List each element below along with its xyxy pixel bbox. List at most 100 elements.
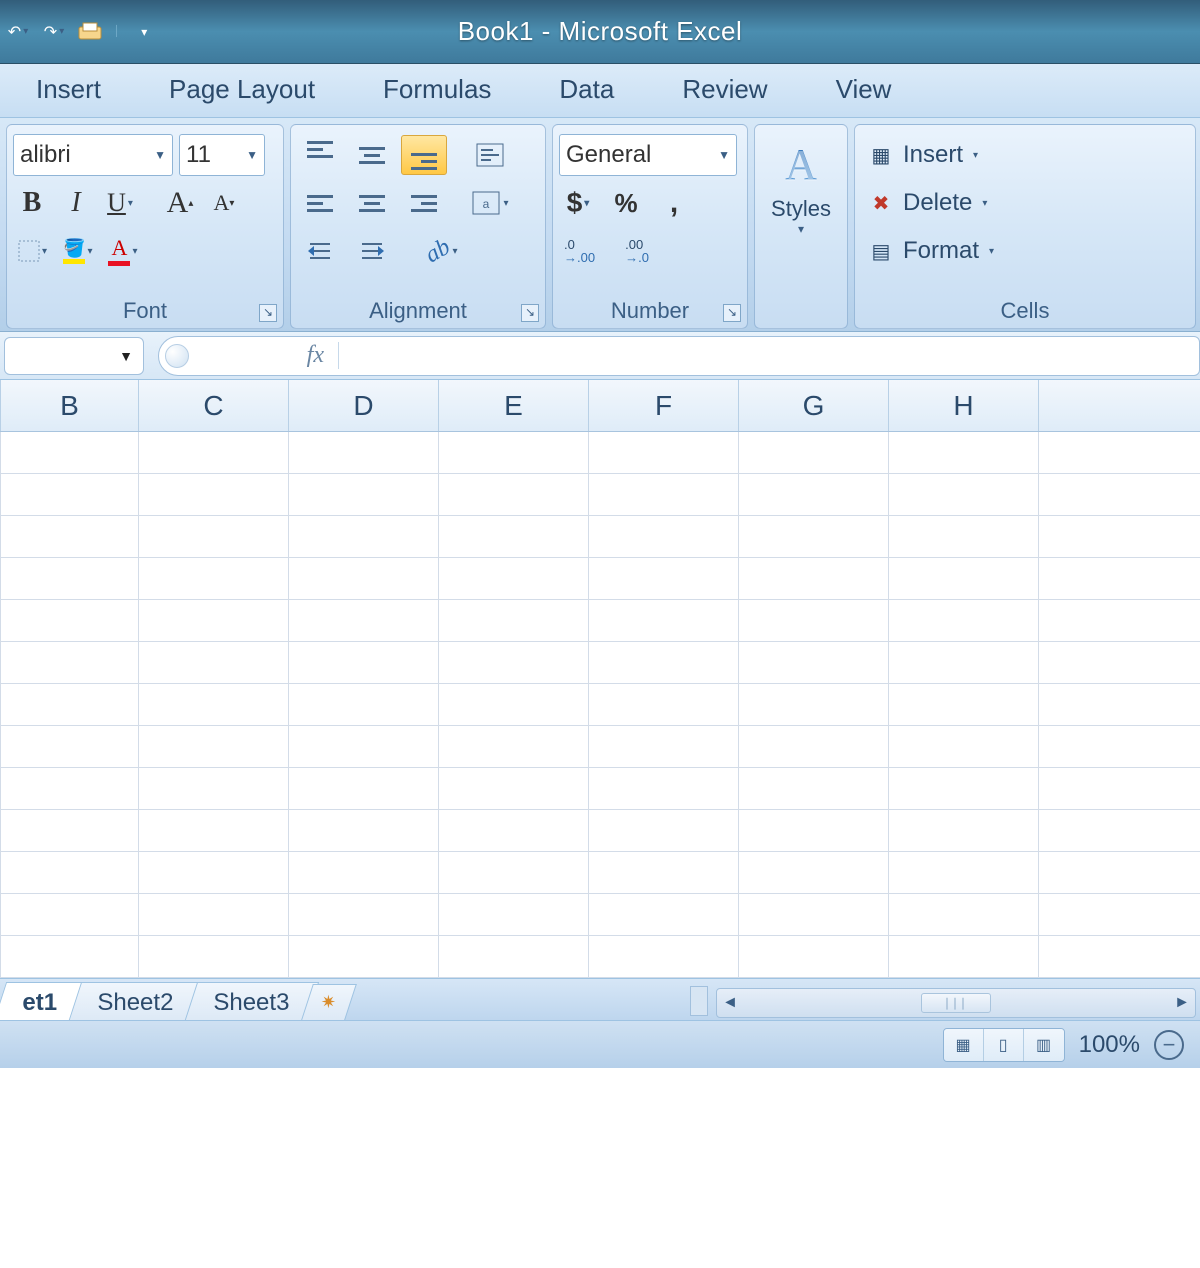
bold-button[interactable]: B xyxy=(13,183,51,223)
cell[interactable] xyxy=(889,726,1039,768)
font-dialog-launcher[interactable]: ↘ xyxy=(259,304,277,322)
cell[interactable] xyxy=(439,642,589,684)
cell[interactable] xyxy=(589,516,739,558)
cell[interactable] xyxy=(139,642,289,684)
cell[interactable] xyxy=(589,600,739,642)
tab-data[interactable]: Data xyxy=(553,64,620,117)
cell[interactable] xyxy=(139,936,289,978)
cell[interactable] xyxy=(1039,810,1200,852)
cell[interactable] xyxy=(1,558,139,600)
cell[interactable] xyxy=(739,558,889,600)
align-top-button[interactable] xyxy=(297,135,343,175)
wrap-text-button[interactable] xyxy=(467,135,513,175)
tab-insert[interactable]: Insert xyxy=(30,64,107,117)
cell[interactable] xyxy=(1039,432,1200,474)
cell[interactable] xyxy=(1039,768,1200,810)
tab-view[interactable]: View xyxy=(830,64,898,117)
cell[interactable] xyxy=(1039,852,1200,894)
cell[interactable] xyxy=(1,852,139,894)
view-normal-button[interactable]: ▦ xyxy=(944,1029,984,1061)
cell[interactable] xyxy=(589,642,739,684)
cell-styles-icon[interactable]: A xyxy=(785,139,817,190)
cell[interactable] xyxy=(1039,936,1200,978)
cell[interactable] xyxy=(589,432,739,474)
alignment-dialog-launcher[interactable]: ↘ xyxy=(521,304,539,322)
cell[interactable] xyxy=(289,516,439,558)
cell[interactable] xyxy=(889,642,1039,684)
col-header-F[interactable]: F xyxy=(589,380,739,431)
percent-format-button[interactable]: % xyxy=(607,183,645,223)
name-box[interactable]: ▼ xyxy=(4,337,144,375)
cell[interactable] xyxy=(589,726,739,768)
cell[interactable] xyxy=(139,432,289,474)
cell[interactable] xyxy=(289,642,439,684)
cell[interactable] xyxy=(1,516,139,558)
cell[interactable] xyxy=(739,852,889,894)
cell[interactable] xyxy=(1,768,139,810)
cell[interactable] xyxy=(739,684,889,726)
cell[interactable] xyxy=(889,894,1039,936)
col-header-E[interactable]: E xyxy=(439,380,589,431)
cell[interactable] xyxy=(739,642,889,684)
cell[interactable] xyxy=(1039,726,1200,768)
number-dialog-launcher[interactable]: ↘ xyxy=(723,304,741,322)
cell[interactable] xyxy=(289,684,439,726)
zoom-level[interactable]: 100% xyxy=(1079,1031,1140,1059)
cell[interactable] xyxy=(1039,474,1200,516)
align-left-button[interactable] xyxy=(297,183,343,223)
borders-button[interactable]: ▾ xyxy=(13,234,52,268)
cells-format-button[interactable]: ▤ Format ▾ xyxy=(861,227,1189,275)
col-header-B[interactable]: B xyxy=(1,380,139,431)
cells-delete-button[interactable]: ✖ Delete ▾ xyxy=(861,179,1189,227)
cell[interactable] xyxy=(439,558,589,600)
styles-button[interactable]: Styles xyxy=(771,196,831,222)
tab-split-handle[interactable] xyxy=(690,986,708,1016)
cell[interactable] xyxy=(139,684,289,726)
cell[interactable] xyxy=(1039,516,1200,558)
cell[interactable] xyxy=(1,894,139,936)
cells-insert-button[interactable]: ▦ Insert ▾ xyxy=(861,131,1189,179)
font-name-combo[interactable]: alibri▼ xyxy=(13,134,173,176)
cell[interactable] xyxy=(439,432,589,474)
fx-button[interactable]: fx xyxy=(189,342,339,369)
hscroll-thumb[interactable]: ∣∣∣ xyxy=(921,993,991,1013)
cell[interactable] xyxy=(1,600,139,642)
cell[interactable] xyxy=(889,936,1039,978)
cell[interactable] xyxy=(139,726,289,768)
increase-indent-button[interactable] xyxy=(349,231,395,271)
underline-button[interactable]: U▾ xyxy=(101,183,139,223)
horizontal-scrollbar[interactable]: ◄ ∣∣∣ ► xyxy=(716,988,1196,1018)
cell[interactable] xyxy=(139,558,289,600)
tab-page-layout[interactable]: Page Layout xyxy=(163,64,321,117)
cell[interactable] xyxy=(739,600,889,642)
cell[interactable] xyxy=(1,474,139,516)
cell[interactable] xyxy=(139,600,289,642)
cell[interactable] xyxy=(739,894,889,936)
cell[interactable] xyxy=(1039,600,1200,642)
sheet-tab-2[interactable]: Sheet2 xyxy=(69,982,203,1020)
cell[interactable] xyxy=(889,852,1039,894)
cell[interactable] xyxy=(739,768,889,810)
cell[interactable] xyxy=(289,768,439,810)
cell[interactable] xyxy=(439,726,589,768)
shrink-font-button[interactable]: A▾ xyxy=(205,183,243,223)
cell[interactable] xyxy=(1,642,139,684)
col-header-C[interactable]: C xyxy=(139,380,289,431)
styles-dropdown[interactable]: ▾ xyxy=(798,222,804,236)
cell[interactable] xyxy=(889,558,1039,600)
cell[interactable] xyxy=(139,852,289,894)
cell[interactable] xyxy=(1039,684,1200,726)
accounting-format-button[interactable]: $▾ xyxy=(559,183,597,223)
cell[interactable] xyxy=(1,684,139,726)
cell[interactable] xyxy=(589,768,739,810)
cell[interactable] xyxy=(439,516,589,558)
cell[interactable] xyxy=(889,474,1039,516)
cell[interactable] xyxy=(289,936,439,978)
qat-print-icon[interactable] xyxy=(76,18,104,46)
comma-format-button[interactable]: , xyxy=(655,183,693,223)
qat-customize-button[interactable]: ▾ xyxy=(130,18,158,46)
font-color-button[interactable]: A▾ xyxy=(103,234,142,268)
cell[interactable] xyxy=(289,852,439,894)
tab-formulas[interactable]: Formulas xyxy=(377,64,497,117)
col-header-G[interactable]: G xyxy=(739,380,889,431)
